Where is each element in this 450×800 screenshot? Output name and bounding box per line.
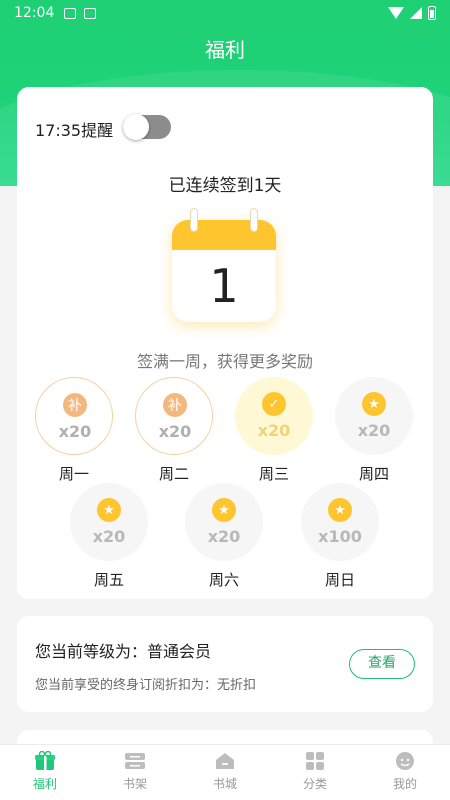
gift-icon	[35, 751, 55, 770]
day-label: 周四	[358, 465, 389, 483]
profile-icon	[396, 752, 414, 770]
streak-day-number: 1	[209, 259, 239, 313]
tab-mine[interactable]: 我的	[360, 745, 450, 800]
tab-label: 书城	[212, 777, 237, 791]
membership-level: 您当前等级为：普通会员	[35, 642, 212, 661]
image-notification-icon	[64, 7, 77, 19]
reward-amount: x20	[92, 527, 126, 546]
day-circle: ★ x20	[335, 377, 413, 455]
reward-amount: x20	[257, 421, 291, 440]
membership-card: 您当前等级为：普通会员 您当前享受的终身订阅折扣为：无折扣 查看	[17, 616, 433, 712]
makeup-coin-icon: 补	[63, 393, 87, 417]
sign-in-card: 17:35提醒 已连续签到1天 1 签满一周，获得更多奖励 补 x20 周一 补 x20…	[17, 87, 433, 599]
star-coin-icon: ★	[97, 498, 121, 522]
tab-category[interactable]: 分类	[270, 745, 360, 800]
day-1[interactable]: 补 x20 周一	[35, 377, 113, 484]
day-5[interactable]: ★ x20 周五	[70, 483, 148, 590]
day-2[interactable]: 补 x20 周二	[135, 377, 213, 484]
week-reward-subtitle: 签满一周，获得更多奖励	[136, 352, 313, 371]
tab-welfare[interactable]: 福利	[0, 745, 90, 800]
streak-text: 已连续签到1天	[168, 176, 282, 196]
status-bar: 12:04	[0, 0, 450, 26]
reminder-toggle[interactable]	[123, 114, 171, 140]
day-label: 周一	[58, 465, 89, 483]
page-title: 福利	[205, 38, 245, 62]
check-coin-icon: ✓	[262, 392, 286, 416]
day-label: 周二	[158, 465, 189, 483]
day-label: 周五	[93, 571, 124, 589]
tab-label: 我的	[392, 777, 417, 791]
star-coin-icon: ★	[362, 392, 386, 416]
reward-amount: x20	[158, 422, 192, 441]
reward-amount: x20	[58, 422, 92, 441]
bookstore-icon	[216, 753, 234, 769]
day-6[interactable]: ★ x20 周六	[185, 483, 263, 590]
status-time: 12:04	[14, 5, 55, 21]
day-label: 周三	[258, 465, 289, 483]
day-7[interactable]: ★ x100 周日	[301, 483, 379, 590]
day-circle: ★ x20	[185, 483, 263, 561]
signal-icon	[410, 7, 422, 19]
makeup-coin-icon: 补	[163, 393, 187, 417]
day-4[interactable]: ★ x20 周四	[335, 377, 413, 484]
tab-label: 福利	[32, 777, 57, 791]
day-circle: ✓ x20	[235, 377, 313, 455]
app-notification-icon	[84, 7, 97, 19]
reward-amount: x20	[357, 421, 391, 440]
day-circle: 补 x20	[35, 377, 113, 455]
day-3[interactable]: ✓ x20 周三	[235, 377, 313, 484]
view-button[interactable]: 查看	[349, 649, 415, 679]
day-label: 周六	[208, 571, 239, 589]
tab-label: 书架	[122, 777, 147, 791]
day-label: 周日	[324, 571, 355, 589]
tab-bookshelf[interactable]: 书架	[90, 745, 180, 800]
bottom-tab-bar: 福利 书架 书城 分类 我的	[0, 744, 450, 800]
day-circle: 补 x20	[135, 377, 213, 455]
bookshelf-icon	[125, 753, 145, 769]
tab-bookstore[interactable]: 书城	[180, 745, 270, 800]
reward-amount: x20	[207, 527, 241, 546]
day-circle: ★ x20	[70, 483, 148, 561]
toggle-knob	[123, 114, 149, 140]
battery-icon	[428, 6, 436, 20]
membership-discount: 您当前享受的终身订阅折扣为：无折扣	[35, 678, 257, 693]
category-icon	[306, 752, 324, 770]
reward-amount: x100	[318, 527, 362, 546]
star-coin-icon: ★	[212, 498, 236, 522]
reminder-label: 17:35提醒	[35, 121, 114, 140]
star-coin-icon: ★	[328, 498, 352, 522]
day-circle: ★ x100	[301, 483, 379, 561]
wifi-icon	[388, 7, 404, 19]
tab-label: 分类	[302, 777, 327, 791]
calendar-icon: 1	[172, 208, 276, 322]
